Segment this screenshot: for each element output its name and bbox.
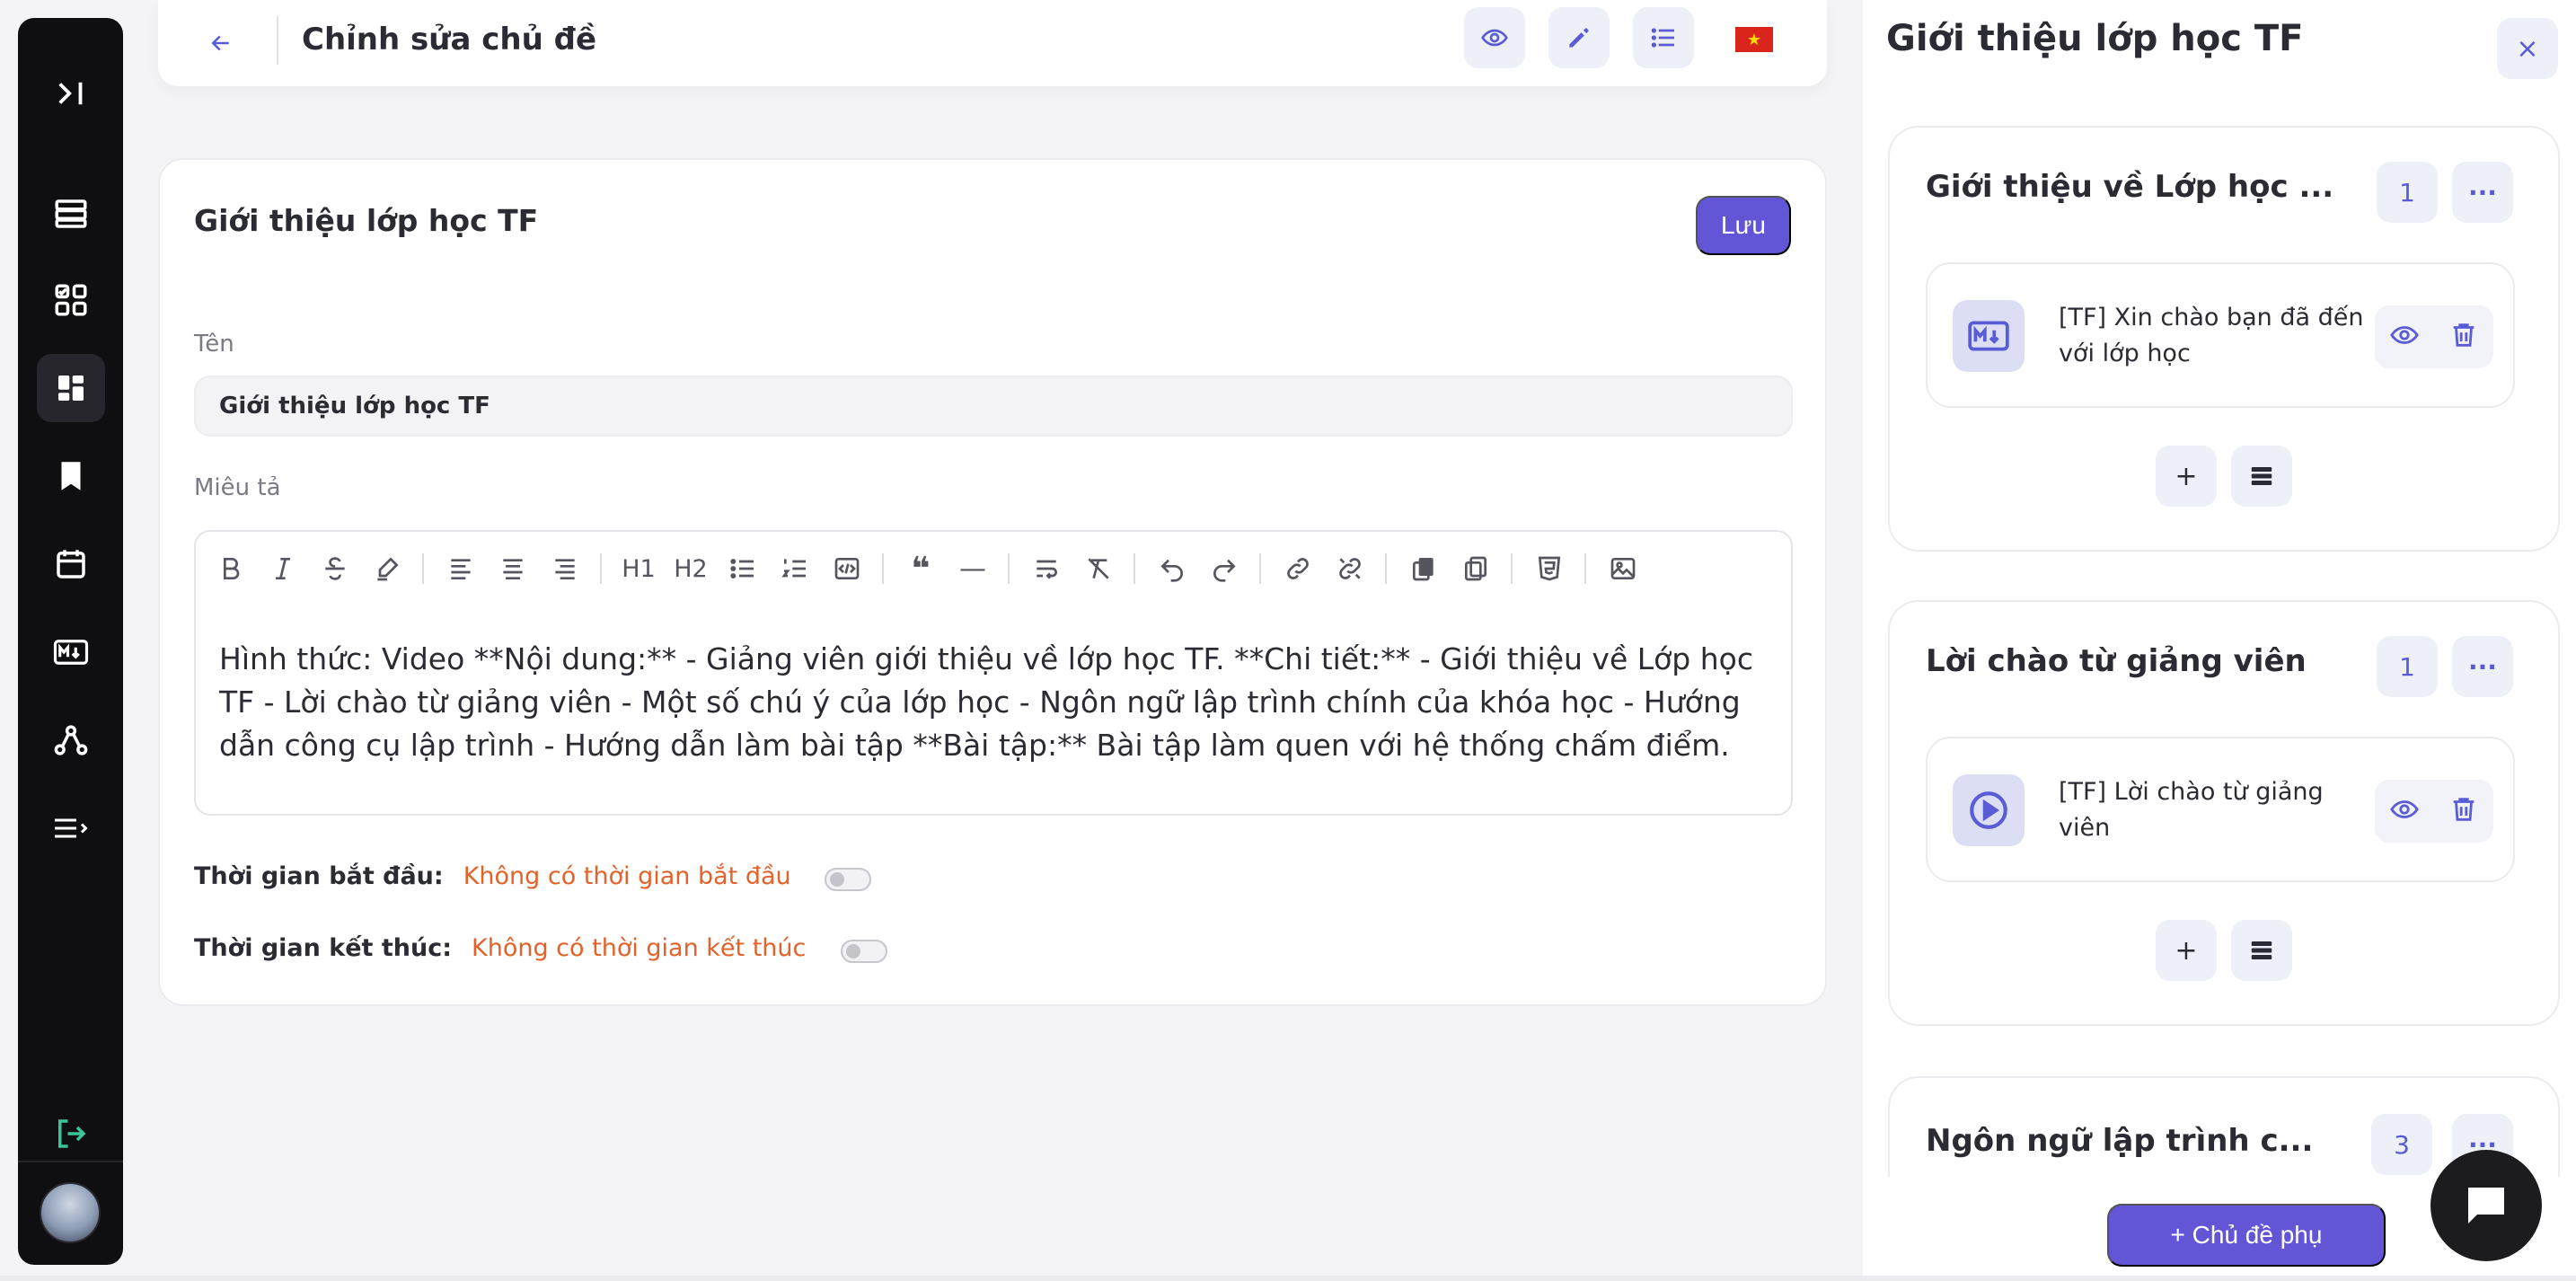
bullet-list-icon[interactable] <box>720 546 765 591</box>
topic-edit-card: Giới thiệu lớp học TF Lưu Tên Giới thiệu… <box>158 158 1827 1006</box>
top-header: Chỉnh sửa chủ đề ★ <box>158 0 1827 86</box>
lesson-item[interactable]: [TF] Xin chào bạn đã đến với lớp học <box>1926 262 2515 408</box>
subtopic-card: Lời chào từ giảng viên 1 ··· [TF] Lời ch… <box>1888 600 2560 1026</box>
html5-icon[interactable] <box>1527 546 1572 591</box>
lesson-title: [TF] Lời chào từ giảng viên <box>2059 778 2324 842</box>
network-icon[interactable] <box>37 706 105 774</box>
add-lesson-button[interactable]: + <box>2156 446 2217 507</box>
lesson-list-button[interactable] <box>2231 446 2292 507</box>
redo-icon[interactable] <box>1202 546 1247 591</box>
checklist-grid-icon[interactable] <box>37 266 105 334</box>
start-time-label: Thời gian bắt đầu: <box>194 862 444 890</box>
logout-icon[interactable] <box>37 1100 105 1168</box>
dashboard-icon[interactable] <box>37 354 105 422</box>
lesson-count-badge: 1 <box>2377 162 2438 223</box>
image-icon[interactable] <box>1601 546 1645 591</box>
highlighter-icon[interactable] <box>365 546 410 591</box>
align-center-icon[interactable] <box>490 546 535 591</box>
strikethrough-icon[interactable] <box>313 546 357 591</box>
list-view-button[interactable] <box>1633 7 1694 68</box>
bookmark-icon[interactable] <box>37 442 105 510</box>
lesson-count-badge: 1 <box>2377 636 2438 697</box>
subtopic-card: Giới thiệu về Lớp học ... 1 ··· [TF] Xin… <box>1888 126 2560 552</box>
end-time-label: Thời gian kết thúc: <box>194 934 452 962</box>
lesson-actions <box>2375 780 2493 843</box>
lesson-count-badge: 3 <box>2371 1114 2432 1175</box>
pencil-icon <box>1569 28 1589 48</box>
save-button[interactable]: Lưu <box>1696 196 1791 255</box>
description-text[interactable]: Hình thức: Video **Nội dung:** - Giảng v… <box>219 638 1773 767</box>
align-left-icon[interactable] <box>438 546 483 591</box>
code-block-icon[interactable] <box>825 546 869 591</box>
chat-icon[interactable] <box>2430 1150 2542 1261</box>
more-options-icon[interactable]: ··· <box>2452 162 2513 223</box>
preview-button[interactable] <box>1464 7 1525 68</box>
start-time-value: Không có thời gian bắt đầu <box>463 862 791 890</box>
copy-icon[interactable] <box>1453 546 1498 591</box>
back-arrow-icon[interactable] <box>198 20 244 66</box>
italic-icon[interactable] <box>260 546 305 591</box>
ordered-list-icon[interactable] <box>772 546 817 591</box>
eye-icon[interactable] <box>2389 794 2420 828</box>
panel-title: Giới thiệu lớp học TF <box>1886 18 2304 59</box>
markdown-icon <box>1953 300 2025 372</box>
lesson-list-button[interactable] <box>2231 920 2292 981</box>
editor-toolbar: H1 H2 ❝ — <box>208 546 1653 591</box>
add-lesson-button[interactable]: + <box>2156 920 2217 981</box>
horizontal-rule-icon[interactable]: — <box>950 546 995 591</box>
server-icon[interactable] <box>37 180 105 248</box>
description-label: Miêu tả <box>194 474 281 501</box>
page-bottom-bar <box>0 1276 2576 1281</box>
calendar-icon[interactable] <box>37 530 105 598</box>
heading1-icon[interactable]: H1 <box>616 546 661 591</box>
start-time-row: Thời gian bắt đầu: Không có thời gian bắ… <box>194 862 791 890</box>
sidebar <box>18 18 123 1265</box>
trash-icon[interactable] <box>2448 794 2479 828</box>
end-time-row: Thời gian kết thúc: Không có thời gian k… <box>194 934 806 962</box>
blockquote-icon[interactable]: ❝ <box>898 546 943 591</box>
subtopic-title[interactable]: Lời chào từ giảng viên <box>1926 643 2307 679</box>
unlink-icon[interactable] <box>1328 546 1372 591</box>
name-label: Tên <box>194 331 234 358</box>
link-icon[interactable] <box>1275 546 1320 591</box>
page-title: Chỉnh sửa chủ đề <box>302 22 597 57</box>
subtopic-title[interactable]: Ngôn ngữ lập trình c... <box>1926 1123 2313 1159</box>
lesson-actions <box>2375 305 2493 368</box>
list-icon <box>2251 941 2272 959</box>
undo-icon[interactable] <box>1150 546 1195 591</box>
markdown-icon[interactable] <box>37 618 105 686</box>
lesson-item[interactable]: [TF] Lời chào từ giảng viên <box>1926 737 2515 882</box>
align-right-icon[interactable] <box>543 546 587 591</box>
close-icon[interactable]: × <box>2497 18 2558 79</box>
subtopic-title[interactable]: Giới thiệu về Lớp học ... <box>1926 169 2333 205</box>
lesson-title: [TF] Xin chào bạn đã đến với lớp học <box>2059 304 2364 367</box>
topic-outline-panel: Giới thiệu lớp học TF × Giới thiệu về Lớ… <box>1863 0 2576 1281</box>
eye-icon[interactable] <box>2389 320 2420 354</box>
paste-icon[interactable] <box>1401 546 1446 591</box>
text-wrap-icon[interactable] <box>1024 546 1069 591</box>
vietnam-flag-icon[interactable]: ★ <box>1735 27 1773 52</box>
edit-button[interactable] <box>1548 7 1610 68</box>
bold-icon[interactable] <box>208 546 253 591</box>
add-subtopic-button[interactable]: + Chủ đề phụ <box>2107 1204 2386 1267</box>
list-icon <box>2251 467 2272 485</box>
name-input[interactable]: Giới thiệu lớp học TF <box>194 375 1793 437</box>
header-separator <box>277 16 278 65</box>
play-icon <box>1953 774 2025 846</box>
heading2-icon[interactable]: H2 <box>668 546 713 591</box>
expand-sidebar-icon[interactable] <box>37 59 105 128</box>
more-options-icon[interactable]: ··· <box>2452 636 2513 697</box>
eye-icon <box>1481 29 1508 47</box>
trash-icon[interactable] <box>2448 320 2479 354</box>
description-editor[interactable]: H1 H2 ❝ — Hình thức: Video **Nội dung:**… <box>194 530 1793 816</box>
start-time-toggle[interactable] <box>825 868 871 891</box>
list-icon <box>1651 28 1674 48</box>
list-expand-icon[interactable] <box>37 794 105 862</box>
avatar[interactable] <box>40 1182 101 1243</box>
sidebar-divider <box>18 1161 123 1162</box>
end-time-toggle[interactable] <box>841 940 887 963</box>
clear-format-icon[interactable] <box>1076 546 1121 591</box>
end-time-value: Không có thời gian kết thúc <box>472 934 807 962</box>
card-title: Giới thiệu lớp học TF <box>194 203 539 238</box>
